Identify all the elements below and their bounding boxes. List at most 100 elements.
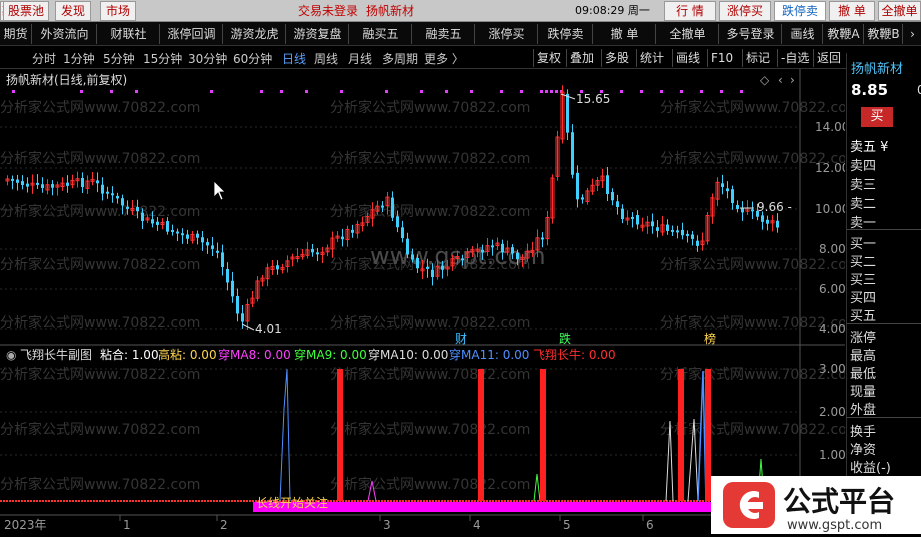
limit-down-sell-button[interactable]: 跌停卖 bbox=[774, 1, 826, 21]
candle-body bbox=[431, 269, 434, 277]
watermark: 分析家公式网www.70822.com bbox=[330, 314, 530, 331]
kline-chart-svg[interactable]: 分析家公式网www.70822.com 分析家公式网www.70822.com … bbox=[0, 69, 860, 534]
toolbar-pointer-b[interactable]: 教鞭B bbox=[865, 24, 903, 44]
f10-button[interactable]: F10 bbox=[707, 49, 733, 67]
signal-dot bbox=[660, 90, 663, 93]
candle-body bbox=[666, 224, 669, 231]
multi-stock-button[interactable]: 多股 bbox=[601, 49, 629, 67]
sub-chart-icon: ◉ bbox=[6, 348, 16, 362]
candle-body bbox=[411, 254, 414, 260]
period-60min[interactable]: 60分钟 bbox=[233, 50, 272, 67]
cancel-order-button[interactable]: 撤 单 bbox=[829, 1, 875, 21]
toolbar-cancel[interactable]: 撤 单 bbox=[594, 24, 656, 44]
watermark: 分析家公式网www.70822.com bbox=[660, 256, 845, 273]
y-tick: 6.00 bbox=[819, 282, 845, 296]
watermark: 分析家公式网www.70822.com bbox=[660, 366, 845, 383]
period-5min[interactable]: 5分钟 bbox=[103, 50, 135, 67]
candle-body bbox=[381, 205, 384, 208]
bid2-label: 买二 bbox=[850, 255, 877, 270]
draw-button[interactable]: 画线 bbox=[672, 49, 700, 67]
bid1-label: 买一 bbox=[850, 237, 877, 252]
limit-up-buy-button[interactable]: 涨停买 bbox=[719, 1, 771, 21]
x-tick: 4 bbox=[473, 518, 481, 532]
candle-body bbox=[166, 221, 169, 232]
adjust-button[interactable]: 复权 bbox=[533, 49, 561, 67]
x-tick: 2023年 bbox=[4, 518, 47, 532]
y-tick: 3.00 bbox=[819, 362, 845, 376]
stats-button[interactable]: 统计 bbox=[636, 49, 664, 67]
toolbar-pointer-a[interactable]: 教鞭A bbox=[824, 24, 864, 44]
chevron-right-icon[interactable]: › bbox=[790, 73, 795, 87]
signal-dot bbox=[680, 90, 683, 93]
toolbar-margin-sell[interactable]: 融卖五 bbox=[413, 24, 475, 44]
signal-dot bbox=[555, 90, 558, 93]
menu-discover[interactable]: 发现 bbox=[55, 1, 91, 21]
toolbar-cancel-all[interactable]: 全撤单 bbox=[657, 24, 719, 44]
watchlist-button[interactable]: -自选 bbox=[777, 49, 809, 67]
stock-name[interactable]: 扬帆新材 bbox=[851, 58, 903, 77]
period-30min[interactable]: 30分钟 bbox=[188, 50, 227, 67]
menu-stock-pool[interactable]: 股票池 bbox=[3, 1, 49, 21]
buy-button[interactable]: 买 bbox=[861, 107, 893, 127]
login-status[interactable]: 交易未登录 bbox=[298, 0, 358, 22]
candle-body bbox=[731, 189, 734, 203]
watermark: 分析家公式网www.70822.com bbox=[660, 421, 845, 438]
event-markers[interactable]: 财 跌 榜 bbox=[455, 331, 716, 346]
period-weekly[interactable]: 周线 bbox=[314, 50, 338, 67]
sub-chart-header: ◉ 飞翔长牛副图 粘合: 1.00 高粘: 0.00 穿MA8: 0.00 穿M… bbox=[6, 347, 616, 362]
chart-area[interactable]: 分析家公式网www.70822.com 分析家公式网www.70822.com … bbox=[0, 69, 860, 534]
cancel-all-button[interactable]: 全撤单 bbox=[878, 1, 921, 21]
period-multi[interactable]: 多周期 bbox=[382, 50, 418, 67]
candle-body bbox=[216, 250, 219, 253]
period-1min[interactable]: 1分钟 bbox=[63, 50, 95, 67]
period-monthly[interactable]: 月线 bbox=[348, 50, 372, 67]
toolbar-multi-login[interactable]: 多号登录 bbox=[720, 24, 782, 44]
toolbar-futures[interactable]: 期货 bbox=[0, 24, 32, 44]
toolbar-review[interactable]: 游资复盘 bbox=[287, 24, 349, 44]
diamond-icon[interactable]: ◇ bbox=[760, 73, 770, 87]
bid4-label: 买四 bbox=[850, 291, 877, 306]
watermark: 分析家公式网www.70822.com bbox=[330, 150, 530, 167]
x-tick: 6 bbox=[646, 518, 654, 532]
candle-body bbox=[186, 234, 189, 239]
period-more[interactable]: 更多 〉 bbox=[424, 50, 464, 67]
toolbar-cls[interactable]: 财联社 bbox=[98, 24, 160, 44]
toolbar-limit-pullback[interactable]: 涨停回调 bbox=[161, 24, 223, 44]
sub-chart-name: 飞翔长牛副图 bbox=[20, 347, 92, 362]
min-price-label: 4.01 bbox=[255, 322, 282, 336]
watermark: 分析家公式网www.70822.com bbox=[330, 476, 530, 493]
quote-button[interactable]: 行 情 bbox=[664, 1, 716, 21]
chevron-left-icon[interactable]: ‹ bbox=[778, 73, 783, 87]
toolbar-more[interactable]: › bbox=[904, 24, 921, 44]
toolbar-foreign-flow[interactable]: 外资流向 bbox=[33, 24, 97, 44]
ask3-label: 卖三 bbox=[850, 178, 877, 193]
candle-body bbox=[576, 172, 579, 200]
candle-body bbox=[681, 229, 684, 236]
high-label: 最高 bbox=[850, 349, 877, 364]
toolbar-margin-buy[interactable]: 融买五 bbox=[350, 24, 412, 44]
period-tick[interactable]: 分时 bbox=[32, 50, 56, 67]
candle-body bbox=[491, 245, 494, 248]
signal-dot bbox=[640, 90, 643, 93]
ask2-label: 卖二 bbox=[850, 197, 877, 212]
time-axis: 2023年 1 2 3 4 5 6 7 bbox=[4, 518, 738, 532]
toolbar-limit-down-sell[interactable]: 跌停卖 bbox=[539, 24, 593, 44]
menu-market[interactable]: 市场 bbox=[100, 1, 136, 21]
signal-dot bbox=[740, 90, 743, 93]
mark-button[interactable]: 标记 bbox=[742, 49, 770, 67]
toolbar-draw[interactable]: 画线 bbox=[783, 24, 823, 44]
net-asset-label: 净资 bbox=[850, 443, 877, 458]
y-tick: 2.00 bbox=[819, 405, 845, 419]
period-daily[interactable]: 日线 bbox=[282, 50, 306, 67]
back-button[interactable]: 返回 bbox=[813, 49, 841, 67]
signal-dot bbox=[620, 90, 623, 93]
toolbar-dragon-tiger[interactable]: 游资龙虎 bbox=[224, 24, 286, 44]
x-tick: 2 bbox=[220, 518, 228, 532]
signal-dot bbox=[500, 90, 503, 93]
overlay-button[interactable]: 叠加 bbox=[566, 49, 594, 67]
toolbar-limit-up-buy[interactable]: 涨停买 bbox=[476, 24, 538, 44]
signal-dot bbox=[12, 90, 15, 93]
period-15min[interactable]: 15分钟 bbox=[143, 50, 182, 67]
max-price-label: 15.65 bbox=[576, 92, 610, 106]
candle-body bbox=[151, 219, 154, 224]
